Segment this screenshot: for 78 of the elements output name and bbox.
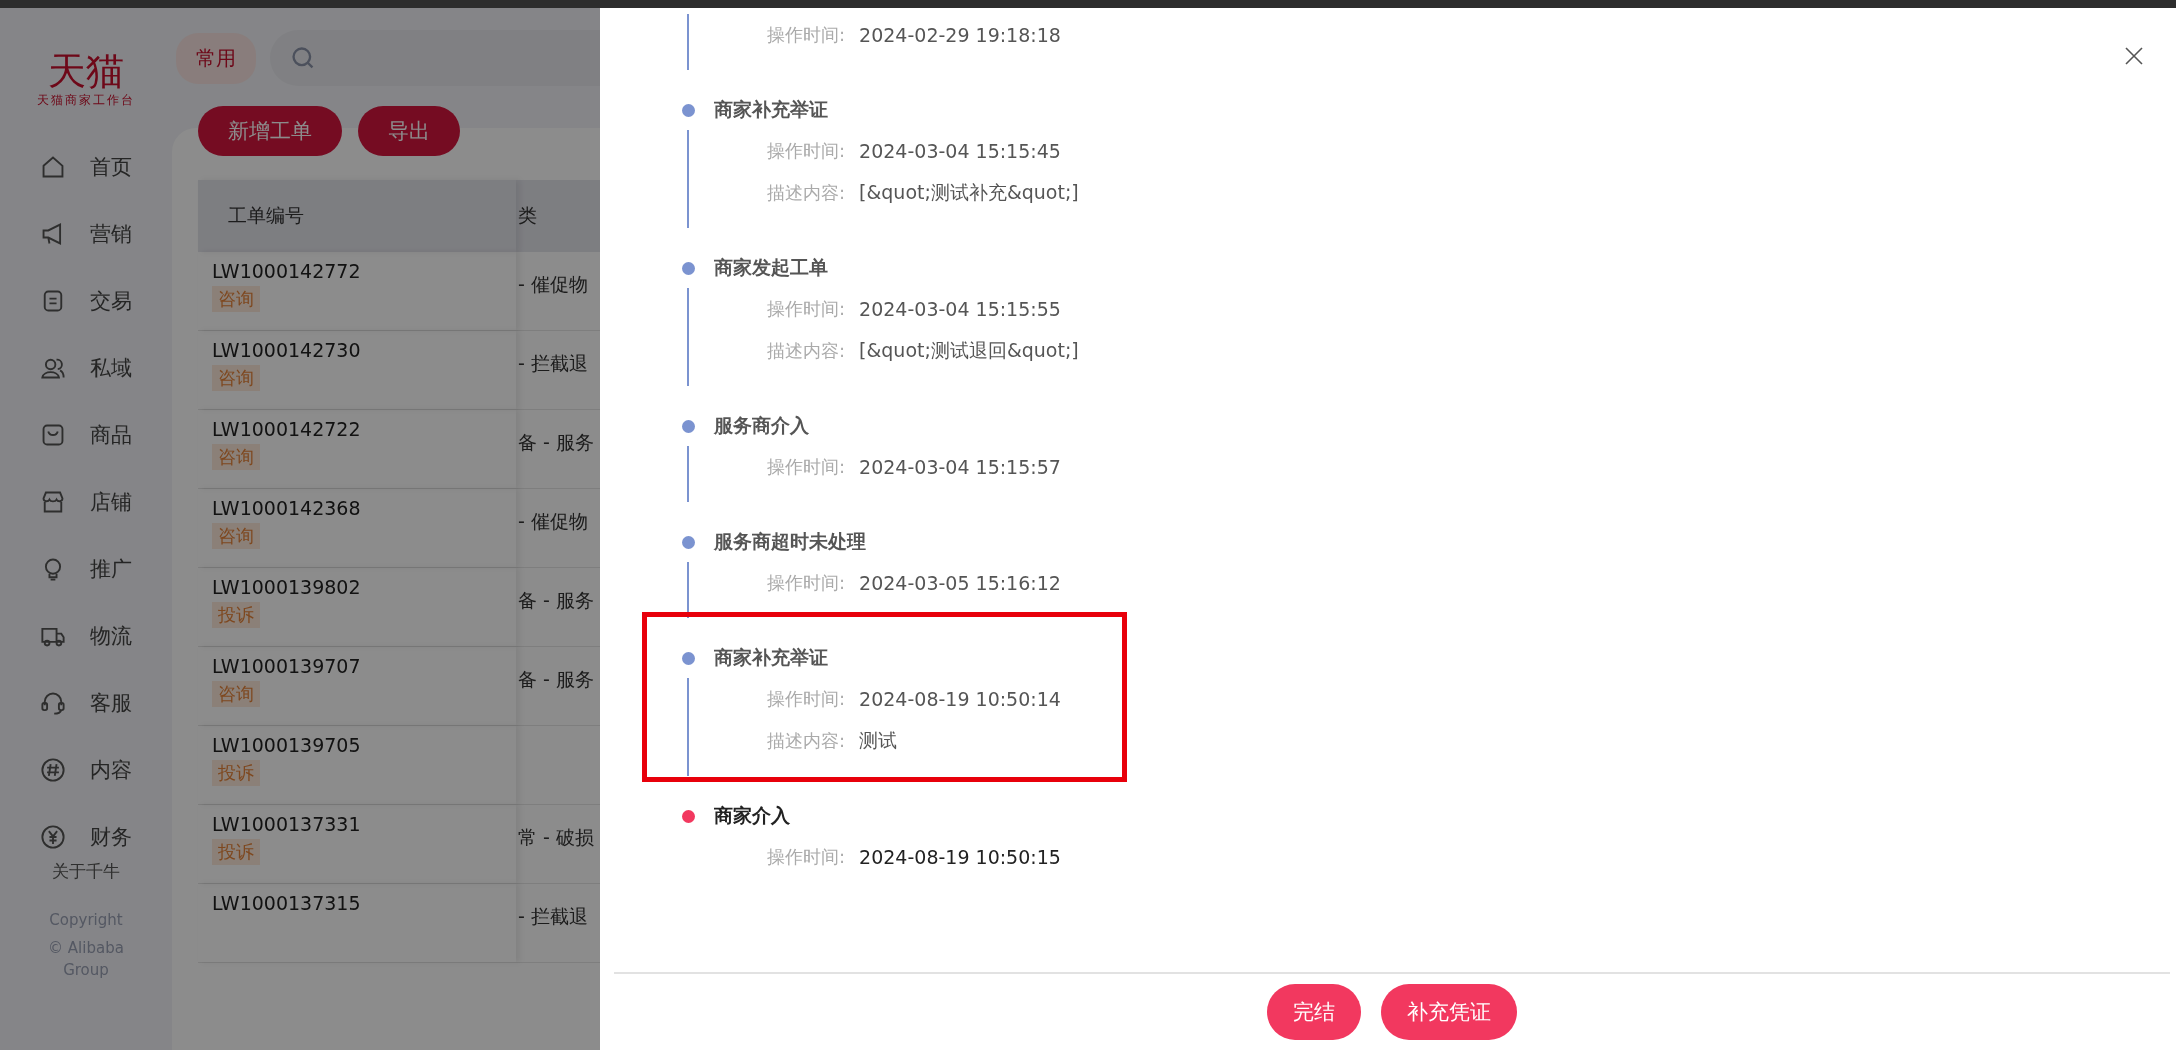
field-value: 2024-08-19 10:50:15 (859, 846, 1061, 868)
nav-item[interactable]: 店铺 (90, 487, 132, 516)
nav-item[interactable]: 客服 (90, 688, 132, 717)
nav-item[interactable]: 商品 (90, 420, 132, 449)
table-cell: 备 - 服务 (518, 589, 594, 611)
type-tag: 咨询 (212, 523, 260, 549)
field-value: 2024-03-04 15:15:57 (859, 456, 1061, 478)
ticket-id[interactable]: LW1000137315 (212, 892, 516, 914)
field-label: 描述内容: (767, 181, 846, 205)
nav-item[interactable]: 物流 (90, 621, 132, 650)
footer-button[interactable]: 完结 (1267, 984, 1361, 1040)
nav-item[interactable]: 交易 (90, 286, 132, 315)
ticket-id[interactable]: LW1000142730 (212, 339, 516, 361)
field-value: 2024-03-04 15:15:45 (859, 140, 1061, 162)
table-cell: 备 - 服务 (518, 668, 594, 690)
logo-subtitle: 天猫商家工作台 (37, 92, 135, 109)
field-label: 操作时间: (767, 23, 846, 47)
ticket-id[interactable]: LW1000137331 (212, 813, 516, 835)
table-cell: 常 - 破损 (518, 826, 594, 848)
field-value: [&quot;测试补充&quot;] (859, 180, 1079, 205)
ticket-id[interactable]: LW1000142722 (212, 418, 516, 440)
table-cell: - 拦截退 (518, 905, 588, 927)
column-header: 工单编号 (198, 180, 516, 252)
ticket-id[interactable]: LW1000142772 (212, 260, 516, 282)
type-tag: 投诉 (212, 602, 260, 628)
modal-overlay[interactable] (0, 8, 600, 1050)
search-icon (290, 45, 316, 71)
ticket-id[interactable]: LW1000139705 (212, 734, 516, 756)
column-header: 类 (517, 203, 538, 228)
field-label: 操作时间: (767, 687, 846, 711)
type-tag: 咨询 (212, 286, 260, 312)
type-tag: 咨询 (212, 365, 260, 391)
nav-item[interactable]: 首页 (90, 152, 132, 181)
yen-icon[interactable] (40, 823, 66, 850)
field-label: 操作时间: (767, 845, 846, 869)
field-value: 2024-03-05 15:16:12 (859, 572, 1061, 594)
table-cell: 备 - 服务 (518, 431, 594, 453)
field-label: 操作时间: (767, 139, 846, 163)
event-title: 服务商介入 (714, 413, 809, 438)
hash-icon[interactable] (40, 756, 66, 783)
field-value: [&quot;测试退回&quot;] (859, 338, 1079, 363)
event-title: 商家补充举证 (714, 645, 828, 670)
action-button[interactable]: 导出 (358, 106, 460, 156)
nav-item[interactable]: 内容 (90, 755, 132, 784)
footer-button[interactable]: 补充凭证 (1381, 984, 1517, 1040)
type-tag: 投诉 (212, 839, 260, 865)
type-tag: 投诉 (212, 760, 260, 786)
ticket-id[interactable]: LW1000142368 (212, 497, 516, 519)
event-title: 商家介入 (714, 803, 790, 828)
field-value: 2024-03-04 15:15:55 (859, 298, 1061, 320)
type-tag: 咨询 (212, 444, 260, 470)
favorites-button[interactable]: 常用 (176, 32, 256, 84)
ticket-id[interactable]: LW1000139802 (212, 576, 516, 598)
logo: 天猫 (48, 50, 124, 92)
type-tag: 咨询 (212, 681, 260, 707)
nav-item[interactable]: 营销 (90, 219, 132, 248)
field-label: 描述内容: (767, 729, 846, 753)
table-cell: - 拦截退 (518, 352, 588, 374)
event-title: 商家发起工单 (714, 255, 828, 280)
field-value: 测试 (859, 728, 898, 753)
event-title: 服务商超时未处理 (714, 529, 866, 554)
field-label: 操作时间: (767, 455, 846, 479)
about-link[interactable]: 关于千牛 (52, 860, 120, 883)
table-cell: - 催促物 (518, 273, 588, 295)
nav-item[interactable]: 财务 (90, 822, 132, 851)
action-button[interactable]: 新增工单 (198, 106, 342, 156)
field-label: 操作时间: (767, 297, 846, 321)
close-icon[interactable] (2124, 46, 2144, 66)
field-value: 2024-08-19 10:50:14 (859, 688, 1061, 710)
table-cell: - 催促物 (518, 510, 588, 532)
field-label: 操作时间: (767, 571, 846, 595)
nav-item[interactable]: 推广 (90, 554, 132, 583)
nav-item[interactable]: 私域 (90, 353, 132, 382)
field-value: 2024-02-29 19:18:18 (859, 24, 1061, 46)
event-title: 商家补充举证 (714, 97, 828, 122)
ticket-id[interactable]: LW1000139707 (212, 655, 516, 677)
field-label: 描述内容: (767, 339, 846, 363)
search-field[interactable] (270, 30, 600, 86)
